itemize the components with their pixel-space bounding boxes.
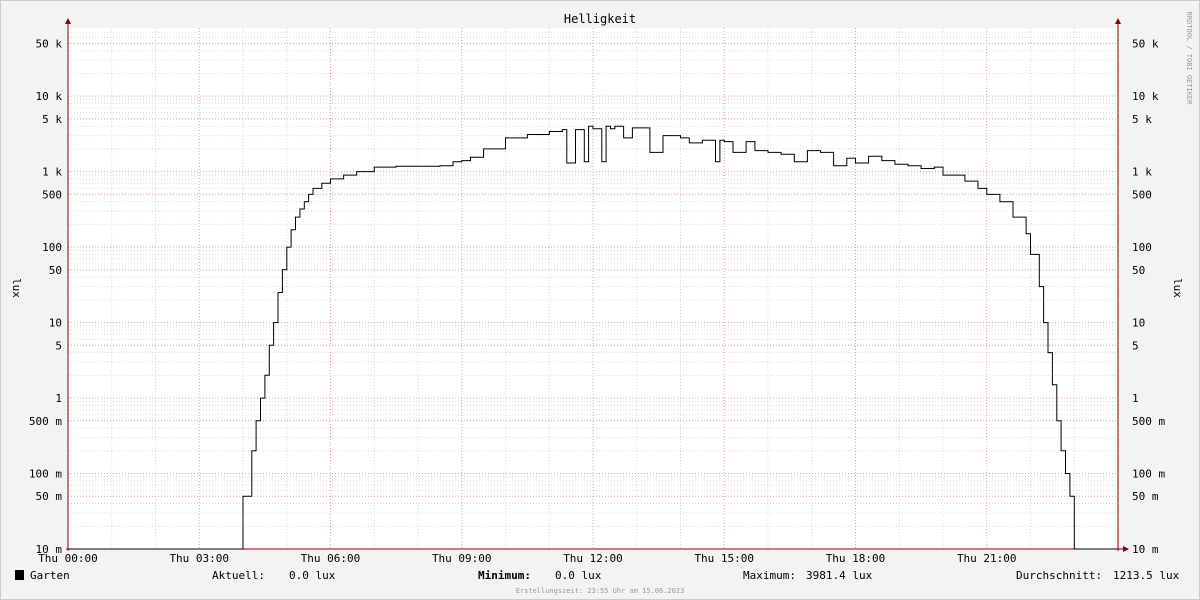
y-tick-label: 500 m (1132, 415, 1165, 428)
y-tick-label: 5 (55, 339, 62, 352)
y-tick-label: 50 (49, 264, 62, 277)
creation-timestamp: Erstellungszeit: 23:55 Uhr am 15.06.2023 (516, 587, 685, 595)
y-tick-label: 5 (1132, 339, 1139, 352)
legend-current-label: Aktuell: (212, 569, 265, 582)
x-tick-label: Thu 06:00 (301, 552, 361, 565)
y-tick-label: 50 m (36, 490, 63, 503)
y-tick-label: 10 k (36, 90, 63, 103)
x-tick-label: Thu 09:00 (432, 552, 492, 565)
legend-avg-label: Durchschnitt: (1016, 569, 1102, 582)
y-tick-label: 500 (1132, 188, 1152, 201)
y-axis-label-left: lux (10, 278, 23, 298)
y-tick-label: 1 (55, 392, 62, 405)
y-tick-label: 10 (1132, 317, 1145, 330)
legend-avg-value: 1213.5 lux (1113, 569, 1180, 582)
helligkeit-chart: 10 m 50 m 100 m 500 m 1 5 10 50 100 500 1 k 5 k 10 k… (0, 0, 1200, 600)
y-tick-label: 100 m (29, 468, 62, 481)
y-tick-label: 1 (1132, 392, 1139, 405)
legend-max-label: Maximum: (743, 569, 796, 582)
y-tick-label: 100 (42, 241, 62, 254)
x-tick-label: Thu 12:00 (563, 552, 623, 565)
y-tick-label: 50 k (1132, 37, 1159, 50)
legend-current-value: 0.0 lux (289, 569, 336, 582)
y-tick-label: 500 (42, 188, 62, 201)
y-tick-label: 50 k (36, 37, 63, 50)
x-tick-label: Thu 15:00 (694, 552, 754, 565)
y-tick-label: 50 (1132, 264, 1145, 277)
rrdtool-watermark: RRDTOOL / TOBI OETIKER (1185, 12, 1193, 106)
y-axis-label-right: lux (1171, 278, 1184, 298)
y-tick-label: 100 m (1132, 468, 1165, 481)
y-tick-label: 100 (1132, 241, 1152, 254)
x-tick-label: Thu 21:00 (957, 552, 1017, 565)
legend-max-value: 3981.4 lux (806, 569, 873, 582)
y-tick-label: 10 (49, 317, 62, 330)
y-tick-label: 500 m (29, 415, 62, 428)
legend-min-value: 0.0 lux (555, 569, 602, 582)
y-tick-label: 5 k (42, 113, 62, 126)
y-tick-label: 1 k (1132, 166, 1152, 179)
y-tick-label: 50 m (1132, 490, 1159, 503)
x-tick-label: Thu 00:00 (38, 552, 98, 565)
x-tick-label: Thu 03:00 (169, 552, 229, 565)
legend-min-label: Minimum: (478, 569, 531, 582)
y-tick-label: 1 k (42, 166, 62, 179)
chart-title: Helligkeit (564, 12, 636, 26)
y-tick-label: 5 k (1132, 113, 1152, 126)
y-tick-label: 10 m (1132, 543, 1159, 556)
chart-image: 10 m 50 m 100 m 500 m 1 5 10 50 100 500 1 k 5 k 10 k… (0, 0, 1200, 600)
y-tick-label: 10 k (1132, 90, 1159, 103)
legend-series-name: Garten (30, 569, 70, 582)
legend-swatch (15, 570, 24, 580)
x-tick-label: Thu 18:00 (826, 552, 886, 565)
